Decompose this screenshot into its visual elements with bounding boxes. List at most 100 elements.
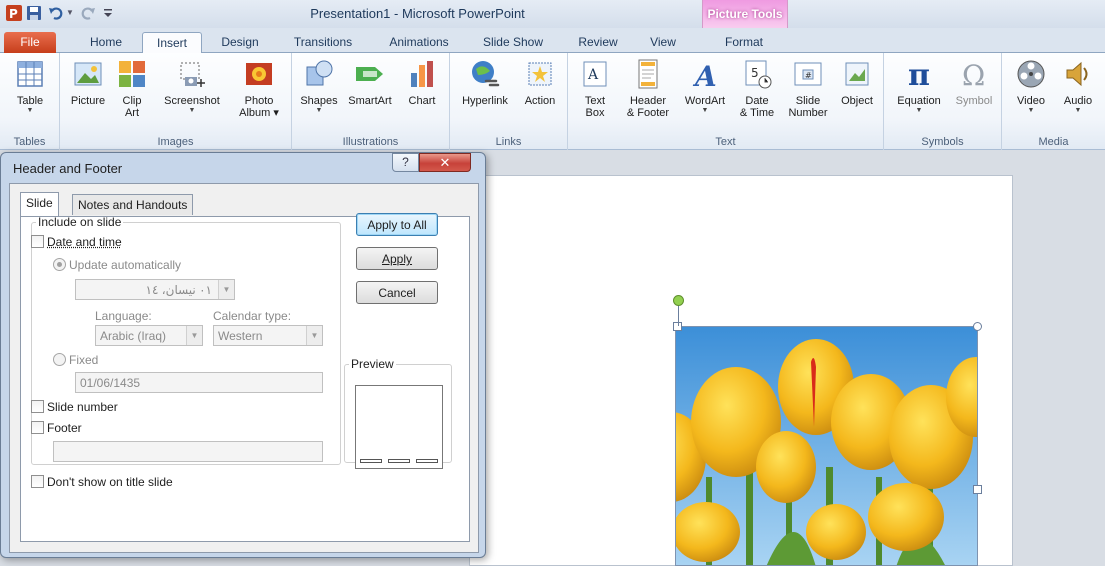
tab-file[interactable]: File [4, 32, 56, 53]
smartart-button[interactable]: SmartArt [342, 57, 398, 107]
date-and-time-checkbox[interactable]: Date and time [31, 235, 122, 249]
object-button[interactable]: Object [834, 57, 880, 107]
ribbon-tab-row: File Home Insert Design Transitions Anim… [0, 28, 1105, 53]
fixed-date-input[interactable]: 01/06/1435 [75, 372, 323, 393]
header-footer-icon [638, 59, 658, 89]
table-label: Table [16, 95, 44, 107]
photo-album-icon [246, 63, 272, 85]
tulip-picture[interactable] [675, 326, 978, 566]
audio-button[interactable]: Audio ▼ [1056, 57, 1100, 115]
table-dropdown-icon: ▼ [26, 107, 34, 114]
calendar-type-label: Calendar type: [213, 309, 292, 323]
language-select[interactable]: Arabic (Iraq) ▼ [95, 325, 203, 346]
header-footer-label-2: & Footer [626, 107, 670, 119]
screenshot-label: Screenshot [164, 95, 220, 107]
apply-to-all-button[interactable]: Apply to All [356, 213, 438, 236]
video-label: Video [1017, 95, 1045, 107]
group-links: Hyperlink Action Links [450, 53, 568, 150]
text-box-button[interactable]: A Text Box [574, 57, 616, 119]
resize-handle-top-right[interactable] [973, 322, 982, 331]
symbol-button[interactable]: Ω Symbol [950, 57, 998, 107]
picture-button[interactable]: Picture [66, 57, 110, 107]
clip-art-label-1: Clip [122, 95, 142, 107]
tab-review[interactable]: Review [570, 32, 626, 53]
group-illustrations: Shapes ▼ SmartArt Chart Illustrations [292, 53, 450, 150]
calendar-type-dropdown-icon: ▼ [306, 326, 322, 345]
tab-transitions[interactable]: Transitions [284, 32, 362, 53]
tab-slide[interactable]: Slide [20, 192, 59, 216]
tab-slide-show[interactable]: Slide Show [474, 32, 552, 53]
language-label: Language: [95, 309, 152, 323]
dont-show-on-title-slide-checkbox[interactable]: Don't show on title slide [31, 475, 173, 489]
header-footer-button[interactable]: Header & Footer [620, 57, 676, 119]
group-symbols: π Equation ▼ Ω Symbol Symbols [884, 53, 1002, 150]
footer-text-input[interactable] [53, 441, 323, 462]
equation-button[interactable]: π Equation ▼ [888, 57, 950, 115]
footer-checkbox[interactable]: Footer [31, 421, 82, 435]
svg-text:π: π [908, 58, 930, 91]
slide-number-checkbox[interactable]: Slide number [31, 400, 118, 414]
slide-number-button[interactable]: # Slide Number [784, 57, 832, 119]
language-value: Arabic (Iraq) [100, 329, 167, 343]
speaker-icon [1066, 61, 1088, 87]
chart-label: Chart [408, 95, 436, 107]
apply-button[interactable]: Apply [356, 247, 438, 270]
shapes-dropdown-icon: ▼ [315, 107, 323, 114]
tab-design[interactable]: Design [210, 32, 270, 53]
photo-album-button[interactable]: Photo Album ▾ [232, 57, 286, 119]
rotation-handle[interactable] [673, 295, 684, 306]
rotation-connector [678, 304, 679, 326]
tab-notes-and-handouts[interactable]: Notes and Handouts [72, 194, 194, 215]
shapes-button[interactable]: Shapes ▼ [296, 57, 342, 115]
tulip-photo-image [676, 327, 977, 565]
cancel-button[interactable]: Cancel [356, 281, 438, 304]
action-button[interactable]: Action [518, 57, 562, 107]
date-and-time-checkbox-box [31, 235, 44, 248]
date-time-button[interactable]: 5 Date & Time [734, 57, 780, 119]
chart-button[interactable]: Chart [400, 57, 444, 107]
header-footer-dialog: Header and Footer ? ✕ Slide Notes and Ha… [0, 152, 486, 558]
update-automatically-radio[interactable]: Update automatically [53, 258, 181, 272]
calendar-type-select[interactable]: Western ▼ [213, 325, 323, 346]
group-label-tables: Tables [13, 136, 46, 148]
include-on-slide-legend: Include on slide [38, 215, 122, 229]
update-automatically-label: Update automatically [69, 258, 182, 272]
clip-art-button[interactable]: Clip Art [112, 57, 152, 119]
tab-animations[interactable]: Animations [377, 32, 461, 53]
resize-handle-right-middle[interactable] [973, 485, 982, 494]
date-time-icon: 5 [745, 60, 772, 89]
video-button[interactable]: Video ▼ [1008, 57, 1054, 115]
video-dropdown-icon: ▼ [1027, 107, 1035, 114]
svg-text:#: # [805, 71, 812, 80]
tab-home[interactable]: Home [80, 32, 132, 53]
group-label-links: Links [495, 136, 522, 148]
tab-format[interactable]: Format [712, 32, 776, 53]
smartart-label: SmartArt [348, 95, 392, 107]
date-format-select[interactable]: ٠١ نيسان، ١٤ ▼ [75, 279, 235, 300]
wordart-button[interactable]: A WordArt ▼ [678, 57, 732, 115]
footer-label: Footer [47, 421, 82, 435]
calendar-type-value: Western [218, 329, 263, 343]
language-dropdown-icon: ▼ [186, 326, 202, 345]
close-button[interactable]: ✕ [419, 153, 471, 172]
slide-number-checkbox-box [31, 400, 44, 413]
pi-icon: π [908, 58, 930, 91]
group-label-symbols: Symbols [921, 136, 964, 148]
tab-view[interactable]: View [640, 32, 686, 53]
tab-insert[interactable]: Insert [142, 32, 202, 53]
table-button[interactable]: Table ▼ [8, 57, 52, 115]
fixed-radio[interactable]: Fixed [53, 353, 98, 367]
hyperlink-button[interactable]: Hyperlink [454, 57, 516, 107]
help-button[interactable]: ? [392, 153, 419, 172]
screenshot-button[interactable]: Screenshot ▼ [154, 57, 230, 115]
header-footer-label-1: Header [629, 95, 667, 107]
photo-album-label-2: Album ▾ [239, 107, 279, 119]
ribbon-insert: Table ▼ Tables Picture Clip Art Screensh… [0, 53, 1105, 150]
shapes-label: Shapes [300, 95, 338, 107]
footer-checkbox-box [31, 421, 44, 434]
hyperlink-icon [472, 61, 500, 87]
object-label: Object [841, 95, 873, 107]
date-time-label-1: Date [745, 95, 769, 107]
group-label-text: Text [715, 136, 736, 148]
object-icon [845, 62, 869, 86]
